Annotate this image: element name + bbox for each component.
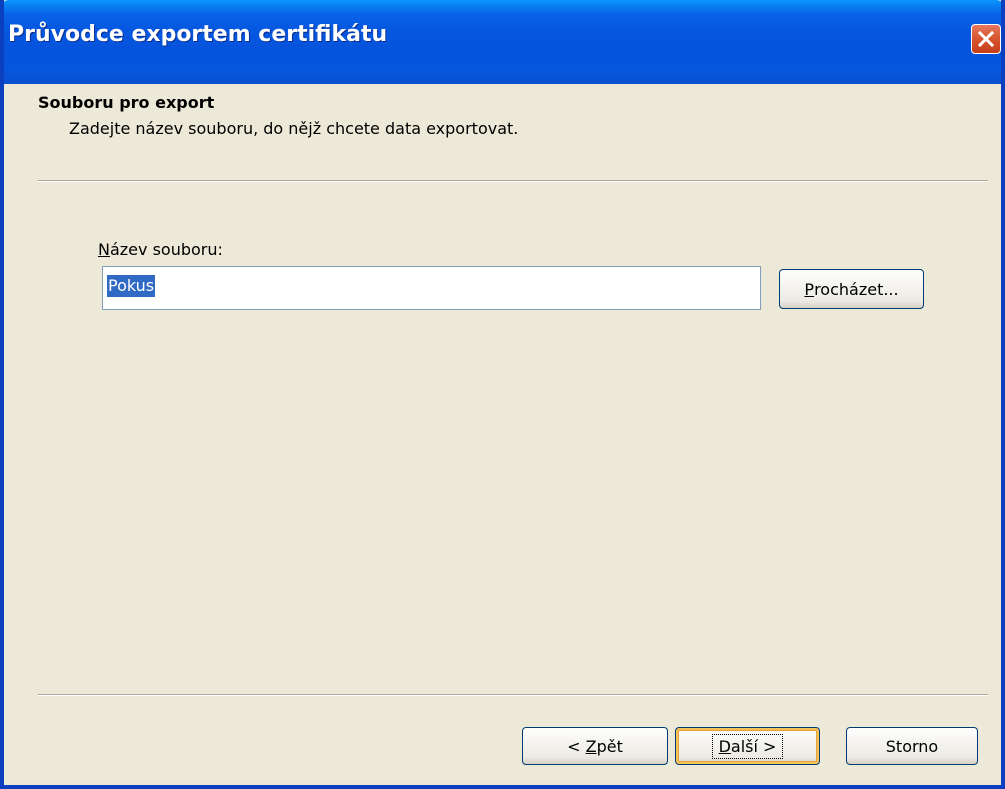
close-button[interactable] — [971, 24, 1001, 54]
window-title: Průvodce exportem certifikátu — [8, 22, 388, 47]
back-button[interactable]: < Zpět — [522, 727, 668, 765]
next-button-focus-ring: Další > — [711, 733, 784, 759]
wizard-header: Souboru pro export Zadejte název souboru… — [4, 84, 1001, 181]
close-icon — [977, 30, 995, 48]
filename-input-value: Pokus — [107, 275, 156, 297]
filename-input[interactable]: Pokus — [102, 266, 761, 310]
browse-button[interactable]: Procházet... — [779, 269, 924, 309]
filename-label-text: ázev souboru: — [109, 240, 223, 259]
browse-button-label: rocházet... — [814, 279, 899, 299]
browse-button-accelerator: P — [804, 279, 815, 299]
header-divider — [38, 180, 988, 182]
page-description: Zadejte název souboru, do nějž chcete da… — [69, 119, 519, 138]
cancel-button[interactable]: Storno — [846, 727, 978, 765]
filename-label: Název souboru: — [98, 240, 223, 259]
next-button[interactable]: Další > — [675, 727, 820, 765]
back-button-prefix: < — [567, 736, 586, 756]
next-button-label: alší > — [730, 736, 777, 756]
back-button-accelerator: Z — [585, 736, 597, 756]
filename-label-accelerator: N — [98, 240, 110, 259]
next-button-accelerator: D — [718, 736, 731, 756]
cancel-button-label: Storno — [885, 736, 939, 756]
footer-divider — [38, 694, 988, 696]
certificate-export-wizard-window: Průvodce exportem certifikátu Souboru pr… — [0, 0, 1005, 789]
page-heading: Souboru pro export — [38, 93, 215, 112]
back-button-label: pět — [596, 736, 623, 756]
title-bar[interactable]: Průvodce exportem certifikátu — [4, 0, 1001, 84]
